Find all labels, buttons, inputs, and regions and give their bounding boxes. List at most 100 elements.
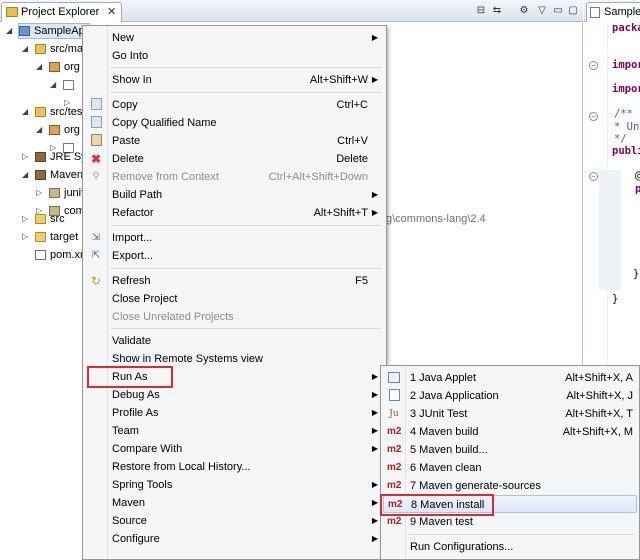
menu-item-label: Close Project <box>112 293 178 305</box>
submenu-arrow-icon: ▶ <box>371 208 378 217</box>
code-line: /** <box>614 108 633 120</box>
menu-item-5-maven-build[interactable]: m2 5 Maven build... <box>383 441 637 459</box>
menu-item-3-junit-test[interactable]: Ju 3 JUnit Test Alt+Shift+X, T <box>383 405 637 423</box>
collapsed-twisty-icon[interactable]: ▷ <box>22 228 30 246</box>
folder-icon <box>6 7 18 17</box>
code-line: p <box>635 183 640 195</box>
tree-item[interactable]: ◢ src/test/java <box>0 103 109 121</box>
menu-item-validate[interactable]: Validate <box>85 332 384 350</box>
expanded-twisty-icon[interactable]: ◢ <box>36 58 44 76</box>
maven-m2-icon: m2 <box>387 480 402 491</box>
maven-install-highlight-box <box>380 494 494 516</box>
menu-item-profile-as[interactable]: Profile As ▶ <box>85 404 384 422</box>
collapsed-twisty-icon[interactable]: ▷ <box>22 148 30 166</box>
menu-item-spring-tools[interactable]: Spring Tools ▶ <box>85 476 384 494</box>
view-menu-icon[interactable]: ▽ <box>535 4 549 17</box>
menu-item-label: Restore from Local History... <box>112 461 251 473</box>
tree-item[interactable]: ▷ src <box>0 210 90 228</box>
menu-item-close-unrelated-projects[interactable]: Close Unrelated Projects <box>85 308 384 326</box>
menu-item-new[interactable]: New ▶ <box>85 29 384 47</box>
tree-item[interactable]: ▷JRE System Library <box>0 148 147 166</box>
fold-toggle-icon[interactable]: − <box>589 61 598 70</box>
expanded-twisty-icon[interactable]: ◢ <box>22 40 30 58</box>
tree-item[interactable]: ◢ org <box>0 121 90 139</box>
tree-item[interactable]: ◢ SampleApplet <box>0 22 103 40</box>
collapsed-twisty-icon[interactable]: ▷ <box>22 210 30 228</box>
collapsed-twisty-icon[interactable]: ▷ <box>36 184 44 202</box>
menu-item-remove-from-context[interactable]: ⚲ Remove from Context Ctrl+Alt+Shift+Down <box>85 168 384 186</box>
menu-item-debug-as[interactable]: Debug As ▶ <box>85 386 384 404</box>
maven-m2-icon: m2 <box>387 444 402 455</box>
expanded-twisty-icon[interactable]: ◢ <box>6 22 14 40</box>
code-line: publi <box>612 145 640 157</box>
menu-item-configure[interactable]: Configure ▶ <box>85 530 384 548</box>
menu-item-copy-qualified-name[interactable]: Copy Qualified Name <box>85 114 384 132</box>
tab-label: Project Explorer <box>21 6 100 18</box>
expanded-twisty-icon[interactable]: ◢ <box>50 76 58 94</box>
menu-item-restore-from-local-history[interactable]: Restore from Local History... <box>85 458 384 476</box>
menu-item-label: Copy <box>112 99 138 111</box>
menu-item-export[interactable]: ⇱ Export... <box>85 247 384 265</box>
package-icon <box>49 125 60 135</box>
menu-item-label: Close Unrelated Projects <box>112 311 234 323</box>
source-folder-icon <box>35 44 46 54</box>
menu-item-7-maven-generate-sources[interactable]: m2 7 Maven generate-sources <box>383 477 637 495</box>
menu-item-refresh[interactable]: ↻ Refresh F5 <box>85 272 384 290</box>
menu-item-go-into[interactable]: Go Into <box>85 47 384 65</box>
menu-item-run-configurations[interactable]: Run Configurations... <box>383 538 637 556</box>
tree-item[interactable]: ◢Maven Dependencies <box>0 166 156 184</box>
menu-item-label: Configure <box>112 533 160 545</box>
menu-item-shortcut: Delete <box>336 153 368 165</box>
tree-item[interactable]: ◢ org <box>0 58 90 76</box>
copy-icon <box>91 116 102 128</box>
minimize-icon[interactable]: ▭ <box>551 4 565 17</box>
maximize-icon[interactable]: ▢ <box>566 4 580 17</box>
expanded-twisty-icon[interactable]: ◢ <box>36 121 44 139</box>
menu-item-close-project[interactable]: Close Project <box>85 290 384 308</box>
tree-item[interactable]: ◢ <box>0 76 90 94</box>
tree-item[interactable]: ◢src/main/java <box>0 40 115 58</box>
menu-item-6-maven-clean[interactable]: m2 6 Maven clean <box>383 459 637 477</box>
tab-project-explorer[interactable]: Project Explorer ✕ <box>1 2 123 22</box>
code-line: } <box>633 268 640 280</box>
menu-item-import[interactable]: ⇲ Import... <box>85 229 384 247</box>
menu-item-copy[interactable]: Copy Ctrl+C <box>85 96 384 114</box>
project-icon <box>19 26 30 36</box>
menu-item-build-path[interactable]: Build Path ▶ <box>85 186 384 204</box>
tree-item[interactable]: ▷ target <box>0 228 90 246</box>
jar-icon <box>49 188 60 198</box>
menu-item-compare-with[interactable]: Compare With ▶ <box>85 440 384 458</box>
library-icon <box>35 152 46 162</box>
code-line: } <box>612 293 619 305</box>
filters-icon[interactable]: ⚙ <box>517 4 531 17</box>
menu-item-delete[interactable]: ✖ Delete Delete <box>85 150 384 168</box>
menu-item-2-java-application[interactable]: 2 Java Application Alt+Shift+X, J <box>383 387 637 405</box>
menu-item-paste[interactable]: Paste Ctrl+V <box>85 132 384 150</box>
menu-item-source[interactable]: Source ▶ <box>85 512 384 530</box>
tree-item[interactable]: ▷ junit <box>0 184 90 202</box>
expanded-twisty-icon[interactable]: ◢ <box>22 166 30 184</box>
menu-separator <box>111 92 381 93</box>
tab-sampleapplet-java[interactable]: SampleApplet <box>586 2 640 22</box>
source-folder-icon <box>35 107 46 117</box>
menu-item-1-java-applet[interactable]: 1 Java Applet Alt+Shift+X, A <box>383 369 637 387</box>
tree-item[interactable]: pom.xml <box>0 246 92 264</box>
collapse-all-icon[interactable]: ⊟ <box>474 4 488 17</box>
tree-item-label: src <box>50 213 65 225</box>
menu-separator <box>111 328 381 329</box>
menu-item-shortcut: Alt+Shift+W <box>309 74 368 86</box>
menu-item-maven[interactable]: Maven ▶ <box>85 494 384 512</box>
expanded-twisty-icon[interactable]: ◢ <box>22 103 30 121</box>
menu-item-refactor[interactable]: Refactor Alt+Shift+T ▶ <box>85 204 384 222</box>
delete-icon: ✖ <box>90 152 102 166</box>
fold-toggle-icon[interactable]: − <box>589 172 598 181</box>
tree-item-label: org <box>64 124 80 136</box>
submenu-arrow-icon: ▶ <box>371 75 378 84</box>
fold-toggle-icon[interactable]: − <box>589 112 598 121</box>
menu-item-4-maven-build[interactable]: m2 4 Maven build Alt+Shift+X, M <box>383 423 637 441</box>
close-icon[interactable]: ✕ <box>107 3 116 21</box>
menu-item-label: 6 Maven clean <box>410 462 482 474</box>
menu-item-team[interactable]: Team ▶ <box>85 422 384 440</box>
link-with-editor-icon[interactable]: ⇆ <box>490 4 504 17</box>
menu-item-show-in[interactable]: Show In Alt+Shift+W ▶ <box>85 71 384 89</box>
